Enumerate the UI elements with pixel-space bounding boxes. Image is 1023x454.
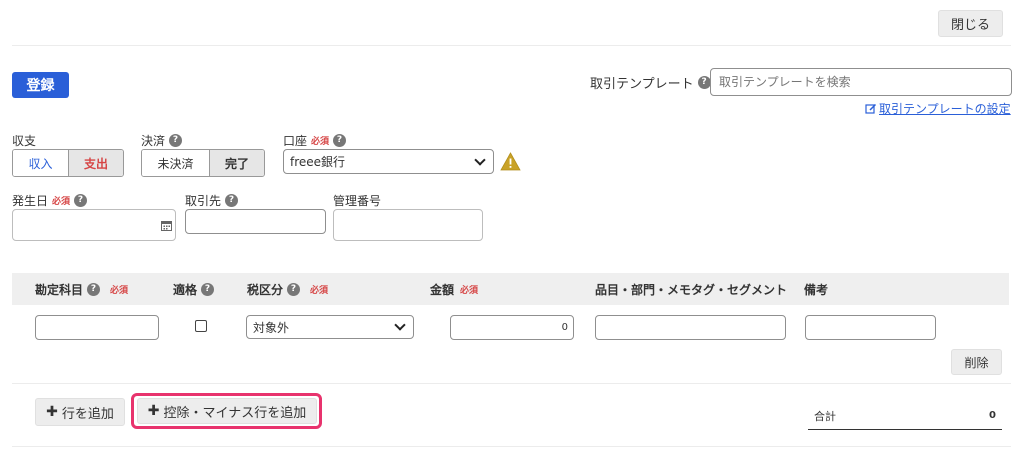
template-settings-link[interactable]: 取引テンプレートの設定 xyxy=(865,100,1011,117)
income-option[interactable]: 収入 xyxy=(13,150,68,176)
management-number-label-text: 管理番号 xyxy=(333,194,382,208)
header-account-item-text: 勘定科目 xyxy=(35,282,84,297)
total-row: 合計 0 xyxy=(808,402,1002,430)
header-qualified: 適格 ? xyxy=(173,273,215,305)
tax-category-value: 対象外 xyxy=(253,320,290,335)
add-deduction-row-button-label: 控除・マイナス行を追加 xyxy=(163,405,307,421)
income-option-label: 収入 xyxy=(28,156,53,171)
delete-row-button-label: 削除 xyxy=(964,355,989,370)
settled-option[interactable]: 完了 xyxy=(208,150,264,176)
warning-icon xyxy=(500,152,521,171)
register-button[interactable]: 登録 xyxy=(12,72,69,98)
delete-row-button[interactable]: 削除 xyxy=(951,349,1002,375)
help-icon[interactable]: ? xyxy=(169,134,183,147)
date-input[interactable] xyxy=(12,209,176,241)
header-account-item: 勘定科目 ? 必須 xyxy=(35,273,128,305)
amount-input[interactable]: 0 xyxy=(450,315,574,340)
required-badge: 必須 xyxy=(311,137,330,147)
close-button-label: 閉じる xyxy=(950,18,990,33)
amount-value: 0 xyxy=(561,322,568,333)
partner-label: 取引先 ? xyxy=(185,192,239,209)
register-button-label: 登録 xyxy=(26,78,55,94)
template-search-input[interactable] xyxy=(711,69,1011,95)
template-search-field[interactable] xyxy=(710,68,1012,96)
required-badge: 必須 xyxy=(310,285,329,296)
total-label: 合計 xyxy=(814,409,836,423)
help-icon[interactable]: ? xyxy=(287,282,301,296)
account-item-input[interactable] xyxy=(35,315,159,340)
header-tags: 品目・部門・メモタグ・セグメント xyxy=(595,273,787,305)
partner-input[interactable] xyxy=(185,209,326,234)
total-value: 0 xyxy=(989,410,996,421)
template-label-text: 取引テンプレート xyxy=(590,76,694,92)
template-label: 取引テンプレート ? xyxy=(590,73,711,92)
header-amount: 金額 必須 xyxy=(430,273,478,305)
date-label-text: 発生日 xyxy=(12,194,49,208)
required-badge: 必須 xyxy=(110,285,129,296)
management-number-input[interactable] xyxy=(333,209,483,241)
required-badge: 必須 xyxy=(52,197,71,207)
date-label: 発生日 必須 ? xyxy=(12,192,88,209)
add-row-button[interactable]: ✚ 行を追加 xyxy=(35,398,125,426)
settled-option-label: 完了 xyxy=(224,156,249,171)
account-label-text: 口座 xyxy=(283,134,308,148)
unsettled-option[interactable]: 未決済 xyxy=(142,150,209,176)
income-expense-toggle: 収入 支出 xyxy=(12,149,124,177)
help-icon[interactable]: ? xyxy=(87,282,101,296)
header-amount-text: 金額 xyxy=(430,282,455,297)
help-icon[interactable]: ? xyxy=(74,194,88,207)
header-tax-category: 税区分 ? 必須 xyxy=(247,273,328,305)
close-button[interactable]: 閉じる xyxy=(938,10,1003,37)
tags-input[interactable] xyxy=(595,315,786,340)
header-tags-text: 品目・部門・メモタグ・セグメント xyxy=(595,282,788,297)
partner-label-text: 取引先 xyxy=(185,194,222,208)
qualified-checkbox[interactable] xyxy=(195,320,207,332)
help-icon[interactable]: ? xyxy=(225,194,239,207)
account-label: 口座 必須 ? xyxy=(283,132,347,149)
header-divider xyxy=(12,45,1011,46)
header-tax-category-text: 税区分 xyxy=(247,282,284,297)
header-qualified-text: 適格 xyxy=(173,282,198,297)
table-divider xyxy=(12,383,1011,384)
header-remarks-text: 備考 xyxy=(804,282,829,297)
help-icon[interactable]: ? xyxy=(201,282,215,296)
footer-divider xyxy=(12,446,1011,447)
account-select[interactable]: freee銀行 xyxy=(283,149,494,174)
template-settings-link-text: 取引テンプレートの設定 xyxy=(879,102,1011,116)
chevron-down-icon xyxy=(394,319,406,331)
expense-option-label: 支出 xyxy=(83,156,108,171)
expense-option[interactable]: 支出 xyxy=(67,150,123,176)
help-icon[interactable]: ? xyxy=(333,134,347,147)
settlement-toggle: 未決済 完了 xyxy=(141,149,265,177)
remarks-input[interactable] xyxy=(805,315,936,340)
income-expense-label-text: 収支 xyxy=(12,134,37,148)
chevron-down-icon xyxy=(474,153,486,166)
settlement-label: 決済 ? xyxy=(141,132,183,149)
add-deduction-row-button[interactable]: ✚ 控除・マイナス行を追加 xyxy=(137,398,317,424)
calendar-icon[interactable] xyxy=(161,220,172,231)
plus-icon: ✚ xyxy=(147,403,160,419)
income-expense-label: 収支 xyxy=(12,132,36,149)
edit-icon xyxy=(865,103,877,114)
add-row-button-label: 行を追加 xyxy=(61,406,114,422)
table-header: 勘定科目 ? 必須 適格 ? 税区分 ? 必須 金額 必須 品目・部門・メモタグ… xyxy=(12,273,1009,305)
required-badge: 必須 xyxy=(460,285,479,296)
help-icon[interactable]: ? xyxy=(697,75,711,89)
account-select-value: freee銀行 xyxy=(290,155,346,169)
settlement-label-text: 決済 xyxy=(141,134,166,148)
plus-icon: ✚ xyxy=(46,404,58,420)
header-remarks: 備考 xyxy=(804,273,828,305)
management-number-label: 管理番号 xyxy=(333,192,381,209)
tax-category-select[interactable]: 対象外 xyxy=(246,315,414,339)
unsettled-option-label: 未決済 xyxy=(157,156,194,171)
